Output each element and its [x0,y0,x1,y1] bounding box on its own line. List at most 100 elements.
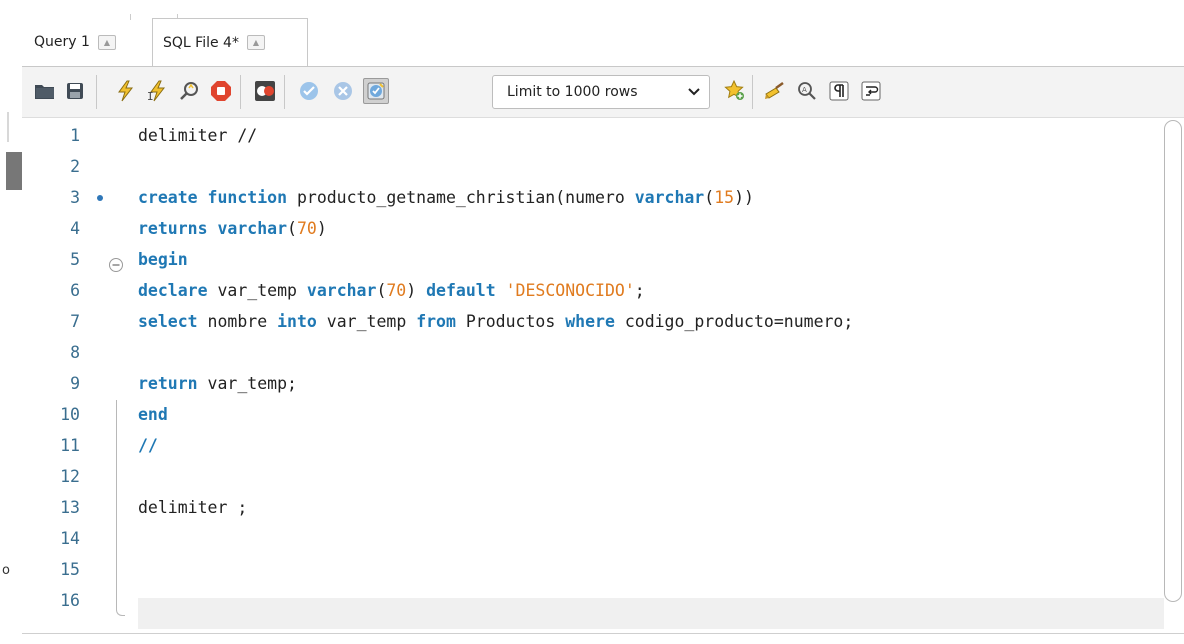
explain-button[interactable] [177,78,203,104]
token-kw: select [138,312,198,331]
token-str: 'DESCONOCIDO' [505,281,635,300]
editor-vertical-scrollbar[interactable] [1164,120,1182,602]
beautify-button[interactable] [762,78,788,104]
code-line[interactable]: 1 delimiter // [22,120,1162,151]
line-number: 2 [70,157,80,176]
beautify-icon [765,81,784,99]
line-number: 15 [60,560,80,579]
code-line[interactable]: 4 returns varchar(70) [22,213,1162,244]
token-text: delimiter ; [138,498,248,517]
chevron-down-icon [687,85,701,103]
token-kw: varchar [634,188,705,207]
wrap-icon [861,81,881,101]
token-text: producto_getname_christian(numero [287,188,635,207]
open-folder-button[interactable] [32,78,58,104]
autocommit-toggle[interactable] [363,78,389,104]
code-line[interactable]: 9 return var_temp; [22,368,1162,399]
commit-button[interactable] [296,78,322,104]
code-line[interactable]: 6 declare var_temp varchar(70) default 'D… [22,275,1162,306]
token-kw: // [138,436,158,455]
token-num: 15 [714,188,735,207]
token-text: nombre [197,312,278,331]
toolbar-separator [96,75,97,109]
toolbar-separator [240,75,241,109]
tab-strip: Query 1 ▲ SQL File 4* ▲ [22,14,1184,67]
token-text: )) [734,188,754,207]
code-line[interactable]: 14 [22,523,1162,554]
svg-text:I: I [147,90,154,102]
code-line[interactable]: 15 [22,554,1162,585]
token-kw: returns varchar [138,219,288,238]
code-text: declare var_temp varchar(70) default 'DE… [138,275,645,306]
toggle-stop-on-error-button[interactable] [252,78,278,104]
code-text: // [138,430,158,461]
line-number: 12 [60,467,80,486]
code-text: select nombre into var_temp from Product… [138,306,853,337]
execute-button[interactable] [112,78,138,104]
editor-bottom-border [22,633,1184,634]
token-text: ) [406,281,427,300]
line-number: 1 [70,126,80,145]
rollback-button[interactable] [330,78,356,104]
token-text: ( [287,219,297,238]
token-kw: where [565,312,615,331]
limit-rows-select[interactable]: Limit to 1000 rows [492,75,710,109]
sql-toolbar: I Limit to 1000 rows A [22,67,1184,118]
code-line[interactable]: 8 [22,337,1162,368]
toolbar-separator [752,75,753,109]
limit-rows-value: Limit to 1000 rows [507,84,638,100]
code-line[interactable]: 13 delimiter ; [22,492,1162,523]
tab-query-1[interactable]: Query 1 ▲ [24,19,152,65]
pane-divider [7,112,9,142]
code-line[interactable]: 2 [22,151,1162,182]
code-line[interactable]: 11 // [22,430,1162,461]
code-text: delimiter ; [138,492,247,523]
token-kw: into [277,312,317,331]
token-kw: create function [138,188,288,207]
code-line[interactable]: 10 end [22,399,1162,430]
find-button[interactable]: A [794,78,820,104]
token-text: var_temp [316,312,417,331]
code-line[interactable]: 16 [22,585,1162,616]
tab-close-icon[interactable]: ▲ [246,35,265,50]
token-kw: end [138,405,168,424]
token-kw: begin [138,250,188,269]
line-number: 4 [70,219,80,238]
tab-sql-file-4[interactable]: SQL File 4* ▲ [152,18,308,66]
pane-scroll-thumb[interactable] [6,152,22,190]
tab-close-icon[interactable]: ▲ [97,34,116,50]
line-number: 8 [70,343,80,362]
save-icon [67,83,83,99]
line-number: 13 [60,498,80,517]
code-line[interactable]: 5 begin [22,244,1162,275]
invisible-chars-button[interactable] [826,78,852,104]
code-text: delimiter // [138,120,257,151]
token-kw: from [416,312,456,331]
line-number: 6 [70,281,80,300]
token-kw: declare [138,281,208,300]
error-toggle-icon [255,81,275,101]
stop-icon [211,81,231,101]
rollback-icon [334,82,352,100]
left-pane-edge: o [0,0,22,644]
save-button[interactable] [62,78,88,104]
favorites-icon [724,80,744,100]
code-line[interactable]: 3 create function producto_getname_christ… [22,182,1162,213]
find-icon: A [798,82,816,100]
tab-label: Query 1 [34,34,90,50]
line-number: 14 [60,529,80,548]
execute-current-icon: I [147,80,166,102]
wrap-lines-button[interactable] [858,78,884,104]
code-line[interactable]: 12 [22,461,1162,492]
stop-button[interactable] [208,78,234,104]
line-number: 10 [60,405,80,424]
token-text: ( [704,188,715,207]
open-folder-icon [35,85,54,99]
add-snippet-button[interactable] [722,78,748,104]
line-number: 5 [70,250,80,269]
execute-current-button[interactable]: I [144,78,170,104]
sql-editor[interactable]: 1 delimiter // 2 3 create function producto_… [22,118,1184,644]
statement-marker-icon [97,195,103,201]
code-line[interactable]: 7 select nombre into var_temp from Produc… [22,306,1162,337]
